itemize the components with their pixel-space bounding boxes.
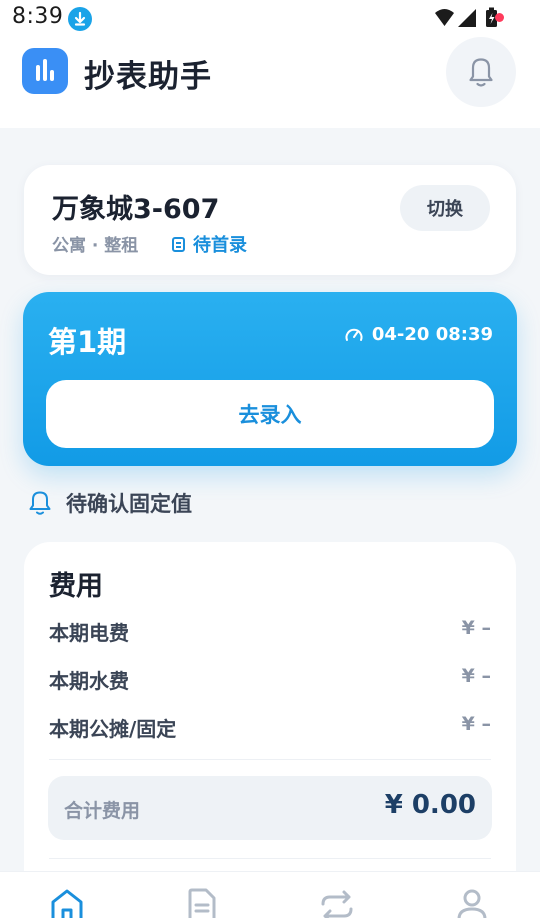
- total-box: 合计费用 ¥ 0.00: [48, 776, 492, 840]
- nav-item-switch[interactable]: [307, 880, 367, 918]
- period-datetime: 04-20 08:39: [344, 324, 493, 345]
- period-title: 第1期: [48, 325, 127, 359]
- home-icon: [51, 889, 83, 918]
- period-card: 第1期 04-20 08:39 去录入: [23, 292, 517, 466]
- pending-notice-text: 待确认固定值: [66, 492, 192, 516]
- property-card: 万象城3-607 公寓 · 整租 待首录 切换: [24, 165, 516, 275]
- notification-button[interactable]: [446, 37, 516, 107]
- nav-item-profile[interactable]: [442, 880, 502, 918]
- wifi-icon: [435, 9, 454, 26]
- fee-row-electricity: 本期电费 ¥ –: [49, 617, 491, 647]
- signal-icon: [458, 9, 476, 27]
- property-type: 公寓 · 整租: [52, 236, 139, 256]
- bottom-nav: [0, 871, 540, 918]
- fee-row-shared: 本期公摊/固定 ¥ –: [49, 713, 491, 743]
- total-label: 合计费用: [64, 800, 141, 822]
- bell-icon: [469, 58, 493, 87]
- app-header: 抄表助手: [0, 36, 540, 128]
- system-icons: [434, 6, 504, 34]
- total-value: ¥ 0.00: [384, 790, 476, 820]
- property-status: 待首录: [172, 231, 247, 257]
- clipboard-icon: [172, 237, 185, 252]
- switch-button[interactable]: 切换: [400, 185, 490, 231]
- user-icon: [457, 889, 487, 918]
- fee-value: ¥ –: [461, 713, 491, 735]
- property-name: 万象城3-607: [52, 194, 220, 225]
- document-icon: [188, 888, 216, 918]
- notification-badge: [495, 13, 504, 22]
- fee-value: ¥ –: [461, 617, 491, 639]
- gauge-icon: [345, 328, 363, 341]
- nav-item-records[interactable]: [172, 880, 232, 918]
- fee-label: 本期水费: [49, 669, 129, 693]
- fee-row-water: 本期水费 ¥ –: [49, 665, 491, 695]
- download-icon: [68, 7, 92, 31]
- period-datetime-label: 04-20 08:39: [371, 324, 493, 345]
- status-time: 8:39: [12, 4, 64, 29]
- app-title: 抄表助手: [84, 59, 212, 95]
- fees-title: 费用: [49, 571, 103, 602]
- divider: [49, 759, 491, 760]
- pending-notice[interactable]: 待确认固定值: [28, 486, 192, 520]
- status-bar: 8:39: [0, 0, 540, 36]
- app-logo: [22, 48, 68, 94]
- fees-card: 费用 本期电费 ¥ – 本期水费 ¥ – 本期公摊/固定 ¥ – 合计费用 ¥ …: [24, 542, 516, 902]
- fee-value: ¥ –: [461, 665, 491, 687]
- bell-icon: [29, 491, 51, 515]
- nav-item-home[interactable]: [37, 880, 97, 918]
- property-status-label: 待首录: [193, 235, 247, 256]
- swap-icon: [321, 890, 353, 918]
- fee-label: 本期电费: [49, 621, 129, 645]
- record-button[interactable]: 去录入: [46, 380, 494, 448]
- divider: [49, 858, 491, 859]
- fee-label: 本期公摊/固定: [49, 717, 177, 741]
